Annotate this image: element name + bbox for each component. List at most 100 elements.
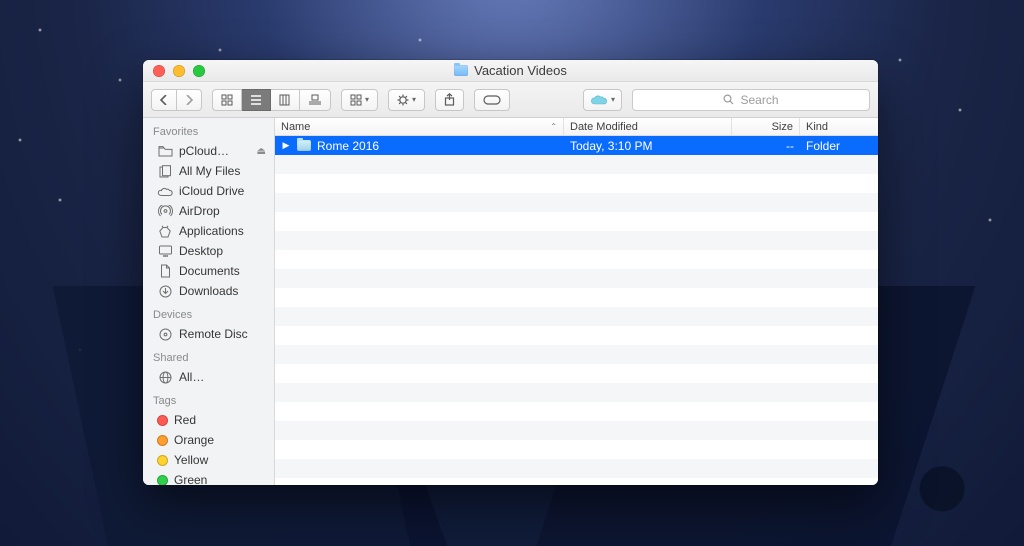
back-button[interactable] — [151, 89, 177, 111]
column-header-name[interactable]: Name ⌃ — [275, 118, 564, 135]
view-icon-button[interactable] — [212, 89, 242, 111]
view-list-button[interactable] — [242, 89, 271, 111]
window-controls — [143, 65, 205, 77]
sidebar-item-remote-disc[interactable]: Remote Disc — [143, 324, 274, 344]
disclosure-triangle-icon[interactable]: ▶ — [281, 140, 291, 151]
chevron-right-icon — [185, 95, 193, 105]
sidebar-item-label: Downloads — [179, 284, 238, 298]
cloud-icon — [590, 94, 608, 106]
disc-icon — [157, 327, 173, 341]
all-my-files-icon — [157, 164, 173, 178]
forward-button[interactable] — [177, 89, 202, 111]
sidebar-item-label: Orange — [174, 433, 214, 447]
sidebar-item-icloud-drive[interactable]: iCloud Drive — [143, 181, 274, 201]
sidebar-item-label: Remote Disc — [179, 327, 248, 341]
sort-ascending-icon: ⌃ — [550, 122, 557, 131]
sidebar-item-pcloud[interactable]: pCloud… ⏏ — [143, 141, 274, 161]
column-headers: Name ⌃ Date Modified Size Kind — [275, 118, 878, 136]
row-name-cell: ▶ Rome 2016 — [275, 139, 564, 153]
cloud-icon — [157, 184, 173, 198]
share-button[interactable] — [435, 89, 464, 111]
sidebar-item-label: Yellow — [174, 453, 208, 467]
row-name: Rome 2016 — [317, 139, 379, 153]
sidebar-section-devices: Devices — [143, 301, 274, 324]
chevron-down-icon: ▾ — [365, 95, 369, 104]
sidebar-item-label: AirDrop — [179, 204, 220, 218]
tags-button[interactable] — [474, 89, 510, 111]
sidebar: Favorites pCloud… ⏏ All My Files iCloud … — [143, 118, 275, 485]
gear-icon — [397, 94, 409, 106]
titlebar[interactable]: Vacation Videos — [143, 60, 878, 82]
minimize-button[interactable] — [173, 65, 185, 77]
column-header-date-modified[interactable]: Date Modified — [564, 118, 732, 135]
close-button[interactable] — [153, 65, 165, 77]
view-column-button[interactable] — [271, 89, 300, 111]
column-header-kind[interactable]: Kind — [800, 118, 878, 135]
view-coverflow-button[interactable] — [300, 89, 331, 111]
nav-buttons — [151, 89, 202, 111]
sidebar-item-label: iCloud Drive — [179, 184, 244, 198]
folder-icon — [297, 140, 311, 151]
sidebar-item-label: Documents — [179, 264, 240, 278]
coverflow-view-icon — [308, 94, 322, 106]
eject-icon[interactable]: ⏏ — [257, 146, 266, 157]
folder-icon — [157, 144, 173, 158]
sidebar-tag-green[interactable]: Green — [143, 470, 274, 485]
search-placeholder: Search — [740, 93, 778, 107]
row-size-cell: -- — [732, 139, 800, 153]
arrange-button[interactable]: ▾ — [341, 89, 378, 111]
sidebar-section-tags: Tags — [143, 387, 274, 410]
table-row[interactable]: ▶ Rome 2016 Today, 3:10 PM -- Folder — [275, 136, 878, 155]
window-title-text: Vacation Videos — [474, 63, 567, 78]
icon-view-icon — [221, 94, 233, 106]
icloud-status-button[interactable]: ▾ — [583, 89, 622, 111]
desktop-icon — [157, 244, 173, 258]
search-icon — [723, 94, 734, 105]
toolbar: ▾ ▾ ▾ Search — [143, 82, 878, 118]
sidebar-item-airdrop[interactable]: AirDrop — [143, 201, 274, 221]
tag-color-dot — [157, 475, 168, 486]
sidebar-item-label: pCloud… — [179, 144, 229, 158]
finder-window: Vacation Videos — [143, 60, 878, 485]
sidebar-tag-orange[interactable]: Orange — [143, 430, 274, 450]
sidebar-tag-yellow[interactable]: Yellow — [143, 450, 274, 470]
documents-icon — [157, 264, 173, 278]
arrange-icon — [350, 94, 362, 106]
row-kind-cell: Folder — [800, 139, 878, 153]
tag-icon — [483, 95, 501, 105]
sidebar-tag-red[interactable]: Red — [143, 410, 274, 430]
chevron-down-icon: ▾ — [611, 95, 615, 104]
sidebar-item-label: Applications — [179, 224, 244, 238]
column-view-icon — [279, 94, 291, 106]
share-icon — [444, 93, 455, 106]
airdrop-icon — [157, 204, 173, 218]
list-view-icon — [250, 94, 262, 106]
tag-color-dot — [157, 415, 168, 426]
downloads-icon — [157, 284, 173, 298]
sidebar-item-all-my-files[interactable]: All My Files — [143, 161, 274, 181]
sidebar-item-label: All My Files — [179, 164, 240, 178]
sidebar-item-label: All… — [179, 370, 204, 384]
sidebar-item-documents[interactable]: Documents — [143, 261, 274, 281]
desktop-wallpaper: Vacation Videos — [0, 0, 1024, 546]
chevron-left-icon — [160, 95, 168, 105]
sidebar-section-favorites: Favorites — [143, 118, 274, 141]
sidebar-item-downloads[interactable]: Downloads — [143, 281, 274, 301]
search-input[interactable]: Search — [632, 89, 870, 111]
window-title: Vacation Videos — [143, 63, 878, 78]
network-icon — [157, 370, 173, 384]
sidebar-item-label: Green — [174, 473, 207, 485]
sidebar-item-desktop[interactable]: Desktop — [143, 241, 274, 261]
window-body: Favorites pCloud… ⏏ All My Files iCloud … — [143, 118, 878, 485]
column-header-size[interactable]: Size — [732, 118, 800, 135]
sidebar-item-applications[interactable]: Applications — [143, 221, 274, 241]
file-listing: Name ⌃ Date Modified Size Kind ▶ Rome 20… — [275, 118, 878, 485]
zoom-button[interactable] — [193, 65, 205, 77]
sidebar-item-network[interactable]: All… — [143, 367, 274, 387]
applications-icon — [157, 224, 173, 238]
folder-icon — [454, 65, 468, 76]
view-switcher — [212, 89, 331, 111]
chevron-down-icon: ▾ — [412, 95, 416, 104]
file-rows[interactable]: ▶ Rome 2016 Today, 3:10 PM -- Folder — [275, 136, 878, 485]
action-button[interactable]: ▾ — [388, 89, 425, 111]
